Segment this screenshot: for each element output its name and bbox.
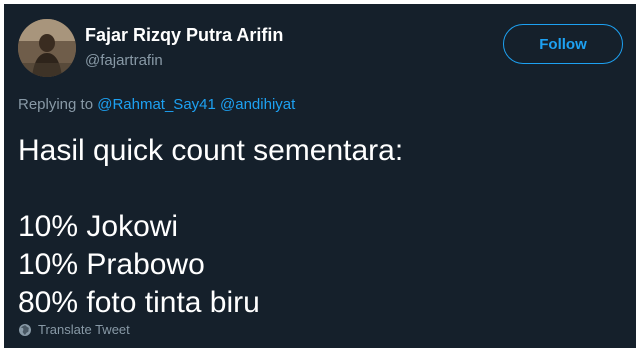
tweet-line-prabowo: 10% Prabowo <box>18 248 205 281</box>
avatar[interactable] <box>18 19 76 77</box>
mention-andihiyat[interactable]: @andihiyat <box>220 96 295 113</box>
globe-icon <box>18 323 32 337</box>
translate-tweet-label: Translate Tweet <box>38 322 130 337</box>
display-name[interactable]: Fajar Rizqy Putra Arifin <box>85 25 283 46</box>
follow-button[interactable]: Follow <box>503 24 623 64</box>
tweet-line-tinta: 80% foto tinta biru <box>18 286 260 319</box>
tweet-line-title: Hasil quick count sementara: <box>18 134 404 167</box>
replying-to: Replying to @Rahmat_Say41 @andihiyat <box>18 96 295 113</box>
avatar-photo <box>18 19 76 77</box>
tweet-line-jokowi: 10% Jokowi <box>18 210 179 243</box>
replying-to-label: Replying to <box>18 96 94 113</box>
tweet-card: Fajar Rizqy Putra Arifin @fajartrafin Fo… <box>4 4 636 348</box>
mention-rahmat-say41[interactable]: @Rahmat_Say41 <box>97 96 216 113</box>
tweet-text: Hasil quick count sementara: 10% Jokowi … <box>18 132 618 322</box>
translate-tweet-link[interactable]: Translate Tweet <box>18 322 130 337</box>
user-handle[interactable]: @fajartrafin <box>85 52 163 69</box>
